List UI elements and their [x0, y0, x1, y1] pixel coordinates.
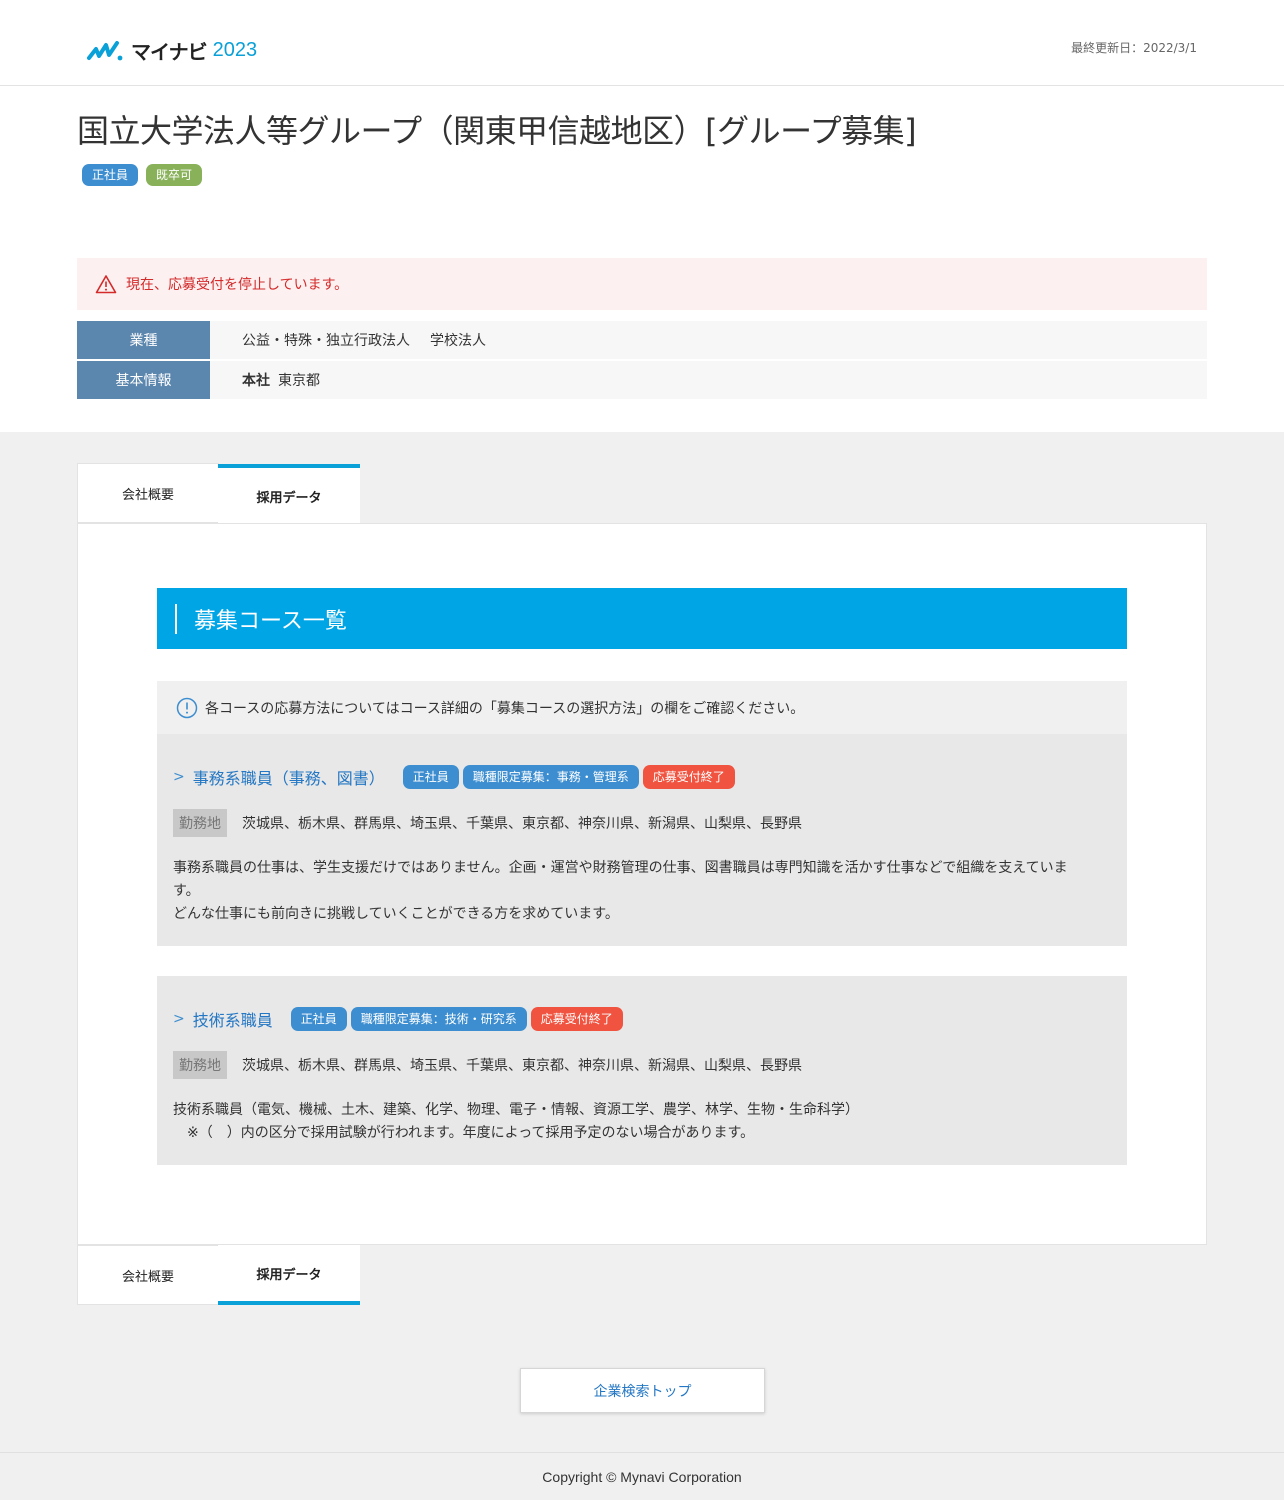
basic-info-value: 本社 東京都: [210, 361, 1207, 399]
location-label: 勤務地: [173, 1051, 227, 1079]
logo-name: マイナビ: [131, 40, 208, 64]
course-header: > 技術系職員 正社員 職種限定募集：技術・研究系 応募受付終了: [173, 1007, 1111, 1031]
company-badges: 正社員 既卒可: [82, 164, 203, 186]
badge-graduates-ok: 既卒可: [146, 164, 203, 186]
section-header: 募集コース一覧: [157, 588, 1127, 649]
chevron-right-icon: >: [173, 1011, 185, 1027]
copyright-text: Copyright © Mynavi Corporation: [542, 1468, 742, 1485]
badge-closed: 応募受付終了: [530, 1007, 623, 1031]
course-title-link[interactable]: 事務系職員（事務、図書）: [193, 765, 385, 789]
course-header: > 事務系職員（事務、図書） 正社員 職種限定募集：事務・管理系 応募受付終了: [173, 765, 1111, 789]
description-line: どんな仕事にも前向きに挑戦していくことができる方を求めています。: [173, 906, 619, 922]
location-text: 茨城県、栃木県、群馬県、埼玉県、千葉県、東京都、神奈川県、新潟県、山梨県、長野県: [242, 1058, 802, 1074]
tab-company-overview-bottom[interactable]: 会社概要: [77, 1245, 219, 1305]
course-description: 技術系職員（電気、機械、土木、建築、化学、物理、電子・情報、資源工学、農学、林学…: [173, 1099, 1111, 1145]
tab-recruitment-data[interactable]: 採用データ: [218, 464, 360, 524]
industry-value-2: 学校法人: [430, 333, 486, 349]
industry-value: 公益・特殊・独立行政法人 学校法人: [210, 321, 1207, 359]
location-label: 勤務地: [173, 809, 227, 837]
course-title-link[interactable]: 技術系職員: [193, 1007, 273, 1031]
last-updated: 最終更新日：2022/3/1: [1071, 41, 1197, 55]
hq-value: 東京都: [278, 373, 320, 389]
site-footer: Copyright © Mynavi Corporation: [0, 1452, 1284, 1500]
section-rule: [175, 603, 177, 634]
hq-label: 本社: [242, 373, 270, 389]
info-icon: [176, 697, 198, 718]
logo-year: 2023: [212, 39, 258, 61]
course-card: > 事務系職員（事務、図書） 正社員 職種限定募集：事務・管理系 応募受付終了 …: [157, 734, 1127, 946]
course-location: 勤務地 茨城県、栃木県、群馬県、埼玉県、千葉県、東京都、神奈川県、新潟県、山梨県…: [173, 809, 1111, 837]
badge-fulltime: 正社員: [402, 765, 459, 789]
page-title: 国立大学法人等グループ（関東甲信越地区）[グループ募集]: [77, 112, 917, 150]
description-line: 事務系職員の仕事は、学生支援だけではありません。企画・運営や財務管理の仕事、図書…: [173, 860, 1068, 876]
industry-value-1: 公益・特殊・独立行政法人: [242, 333, 410, 349]
mynavi-logo[interactable]: マイナビ 2023: [87, 36, 257, 65]
course-card: > 技術系職員 正社員 職種限定募集：技術・研究系 応募受付終了 勤務地 茨城県…: [157, 976, 1127, 1165]
basic-info-label: 基本情報: [77, 361, 210, 399]
industry-label: 業種: [77, 321, 210, 359]
course-description: 事務系職員の仕事は、学生支援だけではありません。企画・運営や財務管理の仕事、図書…: [173, 857, 1111, 926]
description-line: 技術系職員（電気、機械、土木、建築、化学、物理、電子・情報、資源工学、農学、林学…: [173, 1102, 859, 1118]
course-location: 勤務地 茨城県、栃木県、群馬県、埼玉県、千葉県、東京都、神奈川県、新潟県、山梨県…: [173, 1051, 1111, 1079]
tab-recruitment-data-bottom[interactable]: 採用データ: [218, 1245, 360, 1305]
tab-company-overview[interactable]: 会社概要: [77, 463, 219, 523]
alert-text: 現在、応募受付を停止しています。: [126, 277, 349, 293]
badge-job-category: 職種限定募集：技術・研究系: [350, 1007, 527, 1031]
mynavi-logo-icon: [87, 40, 123, 60]
company-search-top-button[interactable]: 企業検索トップ: [520, 1368, 765, 1413]
info-row-basic: 基本情報 本社 東京都: [77, 361, 1207, 399]
warning-icon: [95, 275, 117, 294]
badge-fulltime: 正社員: [82, 164, 139, 186]
badge-job-category: 職種限定募集：事務・管理系: [462, 765, 639, 789]
section-title: 募集コース一覧: [194, 608, 347, 634]
location-text: 茨城県、栃木県、群馬県、埼玉県、千葉県、東京都、神奈川県、新潟県、山梨県、長野県: [242, 816, 802, 832]
site-header: マイナビ 2023 最終更新日：2022/3/1: [0, 0, 1284, 86]
course-note: 各コースの応募方法についてはコース詳細の「募集コースの選択方法」の欄をご確認くだ…: [157, 681, 1127, 734]
course-note-text: 各コースの応募方法についてはコース詳細の「募集コースの選択方法」の欄をご確認くだ…: [205, 700, 805, 717]
badge-fulltime: 正社員: [290, 1007, 347, 1031]
description-line: す。: [173, 883, 200, 899]
description-line: ※（ ）内の区分で採用試験が行われます。年度によって採用予定のない場合があります…: [173, 1125, 755, 1141]
application-closed-alert: 現在、応募受付を停止しています。: [77, 258, 1207, 310]
chevron-right-icon: >: [173, 769, 185, 785]
info-row-industry: 業種 公益・特殊・独立行政法人 学校法人: [77, 321, 1207, 359]
badge-closed: 応募受付終了: [642, 765, 735, 789]
